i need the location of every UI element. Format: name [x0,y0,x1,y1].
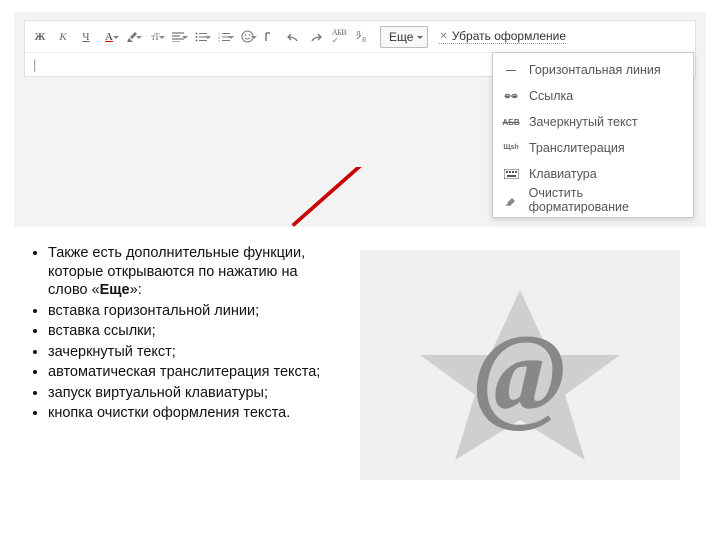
strikethrough-icon: АБВ [503,114,519,130]
menu-item-label: Транслитерация [529,141,625,155]
bullet-content: Также есть дополнительные функции, котор… [30,244,330,425]
svg-text:@: @ [474,312,566,434]
horizontal-line-icon: — [503,62,519,78]
at-sign-illustration: @ [360,250,680,480]
menu-clear-formatting[interactable]: Очистить форматирование [493,187,693,213]
list-item: запуск виртуальной клавиатуры; [48,384,330,403]
menu-strikethrough[interactable]: АБВ Зачеркнутый текст [493,109,693,135]
eraser-icon [503,192,519,208]
font-size-button[interactable]: тТ [144,26,166,48]
menu-keyboard[interactable]: Клавиатура [493,161,693,187]
numbered-list-button[interactable]: 123 [213,26,235,48]
svg-text:R: R [362,36,367,44]
list-item: вставка ссылки; [48,322,330,341]
menu-translit[interactable]: Щsh Транслитерация [493,135,693,161]
more-button[interactable]: Еще [380,26,428,48]
pointer-arrow [264,167,494,227]
list-item: кнопка очистки оформления текста. [48,404,330,423]
menu-link[interactable]: Ссылка [493,83,693,109]
menu-item-label: Горизонтальная линия [529,63,661,77]
clear-formatting-label: Убрать оформление [452,29,566,43]
list-item: вставка горизонтальной линии; [48,302,330,321]
bold-keyword: Еще [100,282,130,298]
list-item: Также есть дополнительные функции, котор… [48,244,330,300]
menu-horizontal-line[interactable]: — Горизонтальная линия [493,57,693,83]
underline-button[interactable]: Ч [75,26,97,48]
bullet-list: Также есть дополнительные функции, котор… [30,244,330,423]
editor-screenshot: Ж К Ч А тТ 123 [14,12,706,227]
undo-button[interactable] [282,26,304,48]
translit-icon: Щsh [503,140,519,156]
list-item: зачеркнутый текст; [48,343,330,362]
keyboard-icon [503,166,519,182]
svg-text:3: 3 [218,39,220,42]
more-label: Еще [389,30,413,44]
bullet-list-button[interactable] [190,26,212,48]
quote-button[interactable] [259,26,281,48]
menu-item-label: Очистить форматирование [529,186,683,214]
close-icon: ✕ [439,31,447,42]
italic-button[interactable]: К [52,26,74,48]
align-button[interactable] [167,26,189,48]
menu-item-label: Зачеркнутый текст [529,115,638,129]
bold-button[interactable]: Ж [29,26,51,48]
more-dropdown: — Горизонтальная линия Ссылка АБВ Зачерк… [492,52,694,218]
menu-item-label: Ссылка [529,89,573,103]
highlight-button[interactable] [121,26,143,48]
menu-item-label: Клавиатура [529,167,597,181]
font-color-button[interactable]: А [98,26,120,48]
clear-formatting-link[interactable]: ✕ Убрать оформление [439,29,566,44]
list-item: автоматическая транслитерация текста; [48,363,330,382]
spellcheck-button[interactable]: АБВ✓ [328,26,350,48]
toolbar: Ж К Ч А тТ 123 [25,21,695,53]
emoji-button[interactable] [236,26,258,48]
redo-button[interactable] [305,26,327,48]
translit-button[interactable]: ЯR [351,26,373,48]
link-icon [503,88,519,104]
